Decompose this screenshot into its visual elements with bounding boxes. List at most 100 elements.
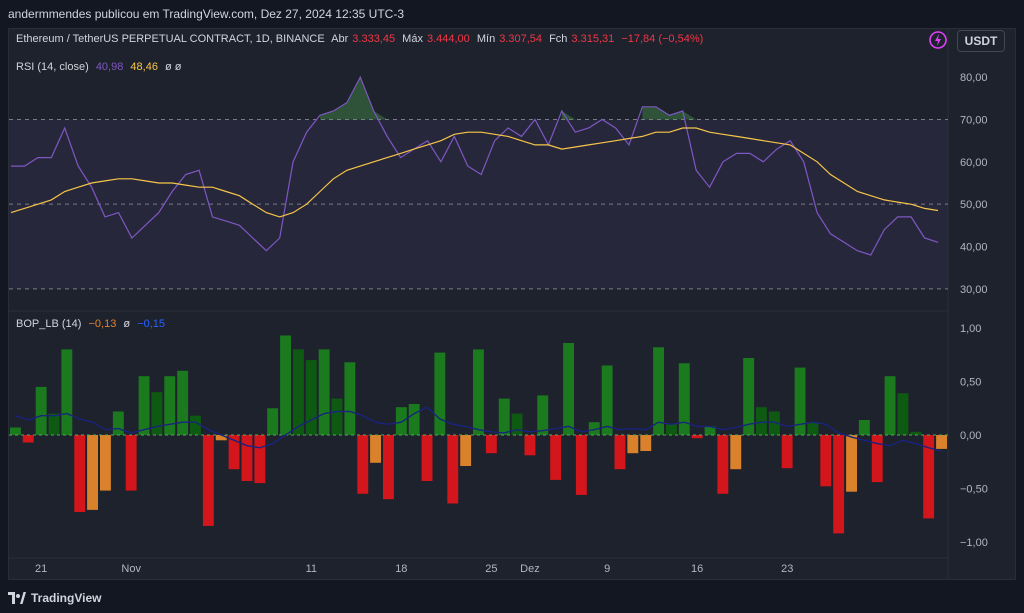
symbol-title[interactable]: Ethereum / TetherUS PERPETUAL CONTRACT, … bbox=[16, 33, 325, 45]
bop-bar bbox=[48, 413, 60, 435]
high-value: 3.444,00 bbox=[426, 33, 470, 45]
time-axis-label: Dez bbox=[520, 563, 540, 575]
bop-bar bbox=[395, 407, 407, 435]
bop-bar bbox=[280, 335, 291, 435]
bop-bar bbox=[678, 363, 690, 435]
bop-bar bbox=[601, 365, 613, 435]
bop-bar bbox=[318, 349, 330, 435]
bop-bar bbox=[267, 408, 279, 435]
bop-bar bbox=[563, 343, 574, 435]
rsi-y-tick-label: 40,00 bbox=[960, 242, 988, 254]
close-value: 3.315,31 bbox=[571, 33, 615, 45]
bop-bar bbox=[473, 349, 484, 435]
bop-bar bbox=[190, 415, 201, 435]
bop-bar bbox=[614, 435, 626, 470]
bop-legend[interactable]: BOP_LB (14) −0,13 ø −0,15 bbox=[16, 318, 169, 330]
lightning-alert-icon[interactable] bbox=[928, 30, 948, 50]
bop-bar bbox=[897, 393, 909, 435]
bop-bar bbox=[833, 435, 845, 534]
bop-bar bbox=[151, 392, 163, 435]
time-axis-label: 16 bbox=[691, 563, 703, 575]
bop-bar bbox=[575, 435, 587, 495]
time-axis-label: 9 bbox=[604, 563, 610, 575]
time-axis-label: 21 bbox=[35, 563, 47, 575]
bop-bar bbox=[730, 435, 742, 470]
time-axis-label: 23 bbox=[781, 563, 793, 575]
bop-bar bbox=[125, 435, 137, 491]
bop-bar bbox=[434, 352, 446, 435]
tradingview-brand[interactable]: TradingView bbox=[31, 591, 101, 605]
bop-bar bbox=[846, 435, 857, 492]
rsi-extra-values: ø ø bbox=[165, 61, 182, 73]
bop-extra-value: ø bbox=[123, 318, 131, 330]
open-value: 3.333,45 bbox=[352, 33, 396, 45]
high-label: Máx bbox=[402, 33, 423, 45]
open-label: Abr bbox=[331, 33, 349, 45]
bop-legend-name: BOP_LB (14) bbox=[16, 318, 82, 330]
bop-bar bbox=[61, 349, 73, 435]
rsi-ma-value: 48,46 bbox=[130, 61, 158, 73]
bop-bar bbox=[254, 435, 266, 484]
rsi-value: 40,98 bbox=[95, 61, 124, 73]
chart-canvas[interactable]: 80,00 70,00 60,00 50,00 40,00 30,00 1,00 0,50 0,… bbox=[0, 0, 1024, 613]
footer-bar bbox=[0, 584, 1024, 613]
bop-bar bbox=[293, 349, 304, 435]
bop-bar bbox=[100, 435, 111, 491]
bop-bar bbox=[511, 413, 523, 435]
rsi-y-tick-label: 70,00 bbox=[960, 115, 988, 127]
bop-y-tick-label: 0,50 bbox=[960, 377, 981, 389]
bop-bar bbox=[35, 386, 47, 435]
bop-bar bbox=[627, 435, 639, 454]
close-label: Fch bbox=[549, 33, 568, 45]
bop-bar bbox=[74, 435, 86, 512]
bop-bar bbox=[550, 435, 562, 480]
bop-bar bbox=[22, 435, 34, 443]
low-label: Mín bbox=[476, 33, 496, 45]
time-axis-label: 25 bbox=[485, 563, 497, 575]
bop-value: −0,13 bbox=[88, 318, 117, 330]
bop-bar bbox=[936, 435, 947, 449]
bop-bar bbox=[524, 435, 536, 456]
symbol-legend: Ethereum / TetherUS PERPETUAL CONTRACT, … bbox=[16, 33, 707, 45]
bop-bar bbox=[177, 370, 189, 435]
rsi-y-tick-label: 80,00 bbox=[960, 72, 988, 84]
bop-bar bbox=[357, 435, 369, 494]
bop-y-tick-label: 1,00 bbox=[960, 323, 981, 335]
bop-bar bbox=[112, 411, 124, 435]
bop-bar bbox=[640, 435, 652, 451]
bop-bar bbox=[87, 435, 98, 510]
bop-bar bbox=[344, 362, 356, 435]
bop-bar bbox=[820, 435, 832, 487]
time-axis-label: 18 bbox=[395, 563, 407, 575]
bop-bar bbox=[305, 360, 317, 435]
bop-bar bbox=[447, 435, 459, 504]
bop-bar bbox=[537, 395, 549, 435]
bop-bar bbox=[241, 435, 253, 481]
bop-bar bbox=[215, 435, 227, 441]
bop-bar bbox=[331, 398, 343, 435]
bop-bar bbox=[138, 376, 150, 435]
bop-bar bbox=[10, 427, 21, 435]
bop-y-tick-label: 0,00 bbox=[960, 430, 981, 442]
change-value: −17,84 (−0,54%) bbox=[621, 33, 704, 45]
currency-button[interactable]: USDT bbox=[957, 30, 1005, 52]
rsi-y-tick-label: 30,00 bbox=[960, 284, 988, 296]
rsi-legend[interactable]: RSI (14, close) 40,98 48,46 ø ø bbox=[16, 61, 186, 73]
bop-bar bbox=[370, 435, 381, 463]
bop-bar bbox=[781, 435, 793, 469]
bop-bar bbox=[408, 404, 420, 435]
rsi-y-tick-label: 50,00 bbox=[960, 199, 988, 211]
bop-bar bbox=[164, 376, 176, 435]
bop-bar bbox=[202, 435, 214, 526]
bop-bar bbox=[807, 422, 819, 435]
rsi-legend-name: RSI (14, close) bbox=[16, 61, 89, 73]
bop-bar bbox=[421, 435, 433, 481]
bop-bar bbox=[383, 435, 394, 500]
bop-bar bbox=[460, 435, 472, 466]
bop-bar bbox=[884, 376, 896, 435]
bop-y-tick-label: −0,50 bbox=[960, 483, 988, 495]
bop-bar bbox=[485, 435, 497, 454]
bop-bar bbox=[756, 407, 767, 435]
rsi-y-tick-label: 60,00 bbox=[960, 157, 988, 169]
tradingview-logo-icon[interactable] bbox=[8, 592, 26, 604]
